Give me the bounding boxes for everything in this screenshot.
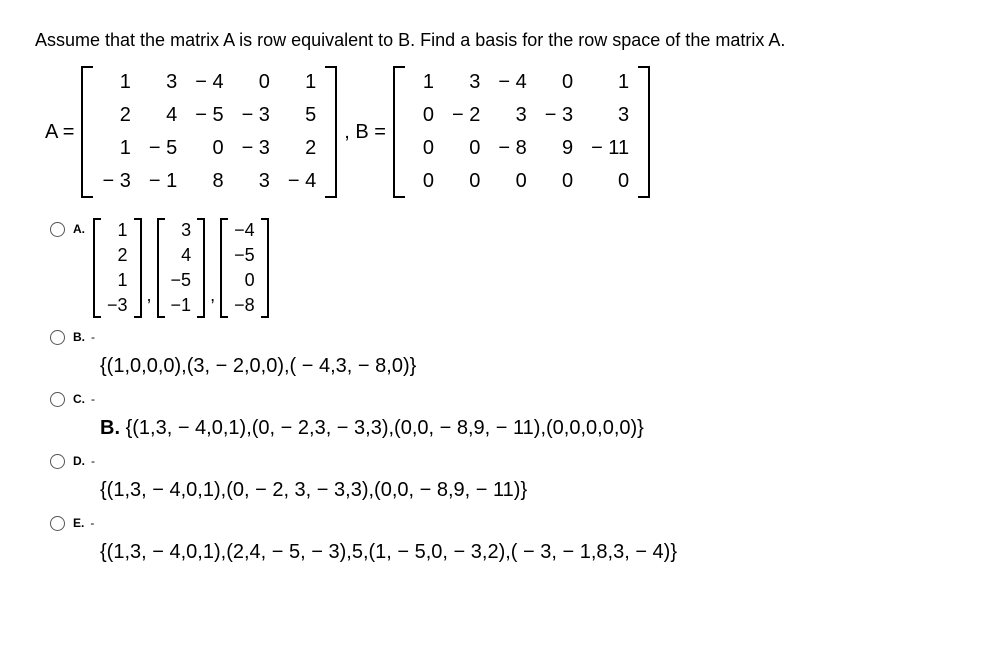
question-text: Assume that the matrix A is row equivale… (35, 30, 959, 51)
radio-icon (50, 330, 65, 345)
option-a[interactable]: A. 121−3,34−5−1,−4−50−8 (50, 218, 959, 318)
matrix-a: 13− 40124− 5− 351− 50− 32− 3− 183− 4 (81, 66, 337, 198)
option-a-columns: 121−3,34−5−1,−4−50−8 (91, 218, 959, 318)
radio-icon (50, 454, 65, 469)
option-letter: D. (73, 454, 85, 468)
option-letter: A. (73, 222, 85, 236)
label-a: A = (45, 121, 74, 144)
option-e[interactable]: E. - (50, 512, 959, 531)
option-e-text: {(1,3, − 4,0,1),(2,4, − 5, − 3),5,(1, − … (100, 541, 959, 564)
option-b-text: {(1,0,0,0),(3, − 2,0,0),( − 4,3, − 8,0)} (100, 355, 959, 378)
matrices-display: A = 13− 40124− 5− 351− 50− 32− 3− 183− 4… (40, 66, 959, 198)
option-d[interactable]: D. - (50, 450, 959, 469)
radio-icon (50, 222, 65, 237)
option-letter: C. (73, 392, 85, 406)
option-letter: B. (73, 330, 85, 344)
option-c[interactable]: C. - (50, 388, 959, 407)
label-b: , B = (344, 121, 386, 144)
option-b[interactable]: B. - (50, 326, 959, 345)
matrix-b: 13− 4010− 23− 3300− 89− 1100000 (393, 66, 650, 198)
radio-icon (50, 392, 65, 407)
option-c-text: B. {(1,3, − 4,0,1),(0, − 2,3, − 3,3),(0,… (100, 417, 959, 440)
option-letter: E. (73, 516, 84, 530)
option-d-text: {(1,3, − 4,0,1),(0, − 2, 3, − 3,3),(0,0,… (100, 479, 959, 502)
dash: - (91, 392, 95, 406)
dash: - (91, 330, 95, 344)
dash: - (91, 454, 95, 468)
radio-icon (50, 516, 65, 531)
options-group: A. 121−3,34−5−1,−4−50−8 B. - {(1,0,0,0),… (50, 218, 959, 564)
dash: - (90, 516, 94, 530)
